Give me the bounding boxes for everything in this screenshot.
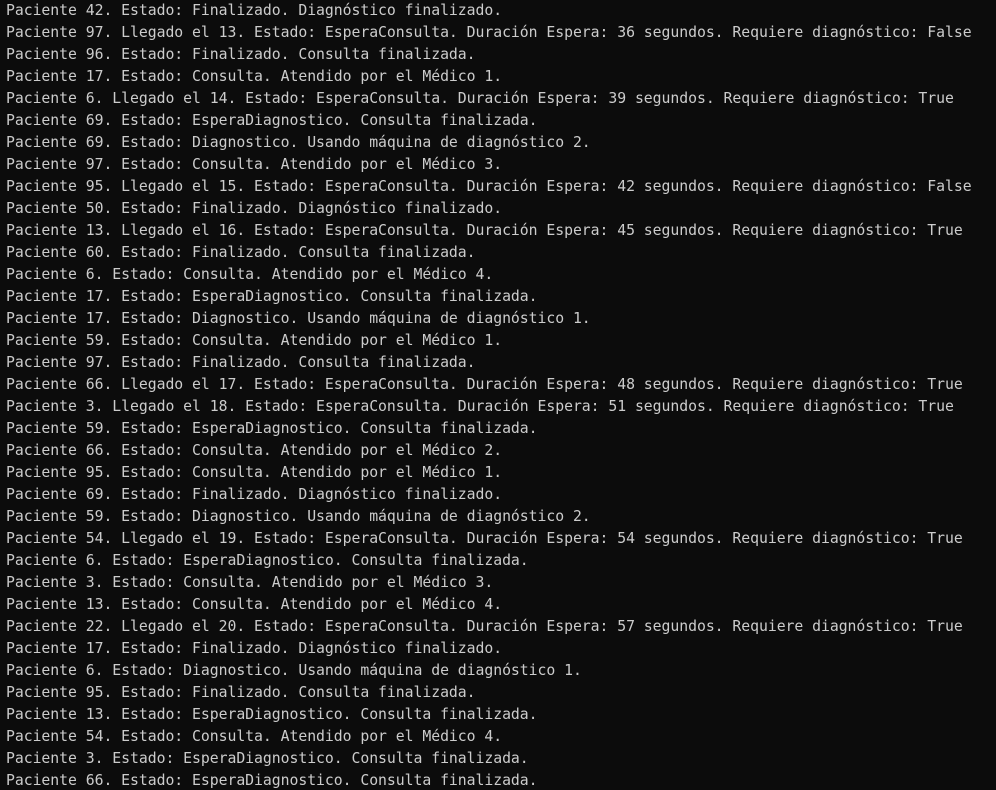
console-line: Paciente 69. Estado: EsperaDiagnostico. … [6, 112, 538, 129]
console-line: Paciente 95. Llegado el 15. Estado: Espe… [6, 178, 972, 195]
console-line: Paciente 17. Estado: Finalizado. Diagnós… [6, 640, 503, 657]
console-line: Paciente 95. Estado: Consulta. Atendido … [6, 464, 503, 481]
console-line: Paciente 3. Estado: Consulta. Atendido p… [6, 574, 494, 591]
console-line: Paciente 66. Estado: EsperaDiagnostico. … [6, 772, 538, 789]
console-line: Paciente 22. Llegado el 20. Estado: Espe… [6, 618, 963, 635]
console-line: Paciente 66. Llegado el 17. Estado: Espe… [6, 376, 963, 393]
console-line: Paciente 3. Estado: EsperaDiagnostico. C… [6, 750, 529, 767]
console-line: Paciente 97. Llegado el 13. Estado: Espe… [6, 24, 972, 41]
console-line: Paciente 13. Estado: EsperaDiagnostico. … [6, 706, 538, 723]
console-line: Paciente 6. Estado: EsperaDiagnostico. C… [6, 552, 529, 569]
console-line: Paciente 59. Estado: Diagnostico. Usando… [6, 508, 591, 525]
console-line: Paciente 50. Estado: Finalizado. Diagnós… [6, 200, 503, 217]
console-output: Paciente 42. Estado: Finalizado. Diagnós… [6, 0, 972, 790]
console-line: Paciente 54. Llegado el 19. Estado: Espe… [6, 530, 963, 547]
console-line: Paciente 69. Estado: Finalizado. Diagnós… [6, 486, 503, 503]
console-line: Paciente 95. Estado: Finalizado. Consult… [6, 684, 476, 701]
console-line: Paciente 69. Estado: Diagnostico. Usando… [6, 134, 591, 151]
console-line: Paciente 17. Estado: EsperaDiagnostico. … [6, 288, 538, 305]
console-line: Paciente 17. Estado: Diagnostico. Usando… [6, 310, 591, 327]
console-window[interactable]: Paciente 42. Estado: Finalizado. Diagnós… [0, 0, 996, 790]
console-line: Paciente 6. Llegado el 14. Estado: Esper… [6, 90, 954, 107]
console-line: Paciente 13. Llegado el 16. Estado: Espe… [6, 222, 963, 239]
console-line: Paciente 66. Estado: Consulta. Atendido … [6, 442, 503, 459]
console-line: Paciente 6. Estado: Consulta. Atendido p… [6, 266, 494, 283]
console-line: Paciente 59. Estado: Consulta. Atendido … [6, 332, 503, 349]
console-line: Paciente 13. Estado: Consulta. Atendido … [6, 596, 503, 613]
console-line: Paciente 42. Estado: Finalizado. Diagnós… [6, 2, 503, 19]
console-line: Paciente 17. Estado: Consulta. Atendido … [6, 68, 503, 85]
console-line: Paciente 96. Estado: Finalizado. Consult… [6, 46, 476, 63]
console-line: Paciente 97. Estado: Finalizado. Consult… [6, 354, 476, 371]
console-line: Paciente 6. Estado: Diagnostico. Usando … [6, 662, 582, 679]
console-line: Paciente 54. Estado: Consulta. Atendido … [6, 728, 503, 745]
console-line: Paciente 97. Estado: Consulta. Atendido … [6, 156, 503, 173]
console-line: Paciente 60. Estado: Finalizado. Consult… [6, 244, 476, 261]
console-line: Paciente 3. Llegado el 18. Estado: Esper… [6, 398, 954, 415]
console-line: Paciente 59. Estado: EsperaDiagnostico. … [6, 420, 538, 437]
